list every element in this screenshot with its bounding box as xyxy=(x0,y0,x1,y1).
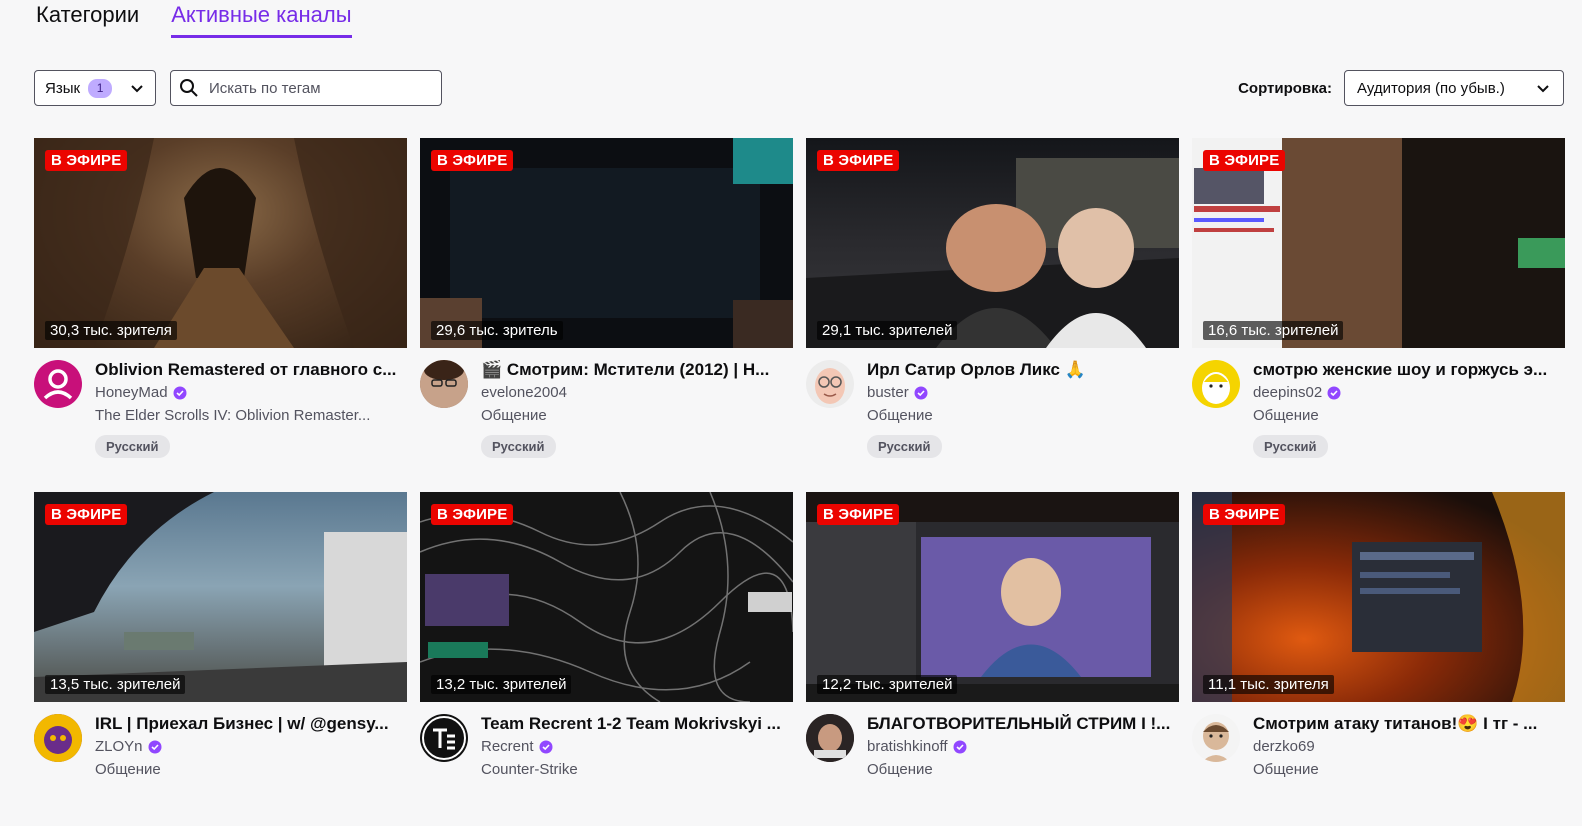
stream-category[interactable]: Общение xyxy=(1253,406,1564,426)
avatar-face-icon xyxy=(420,360,468,408)
stream-category[interactable]: Общение xyxy=(1253,760,1564,780)
stream-category[interactable]: Общение xyxy=(867,760,1178,780)
viewer-count: 29,6 тыс. зритель xyxy=(431,321,563,340)
tag-search-box xyxy=(170,70,442,106)
stream-grid: В ЭФИРЕ 30,3 тыс. зрителя Oblivion Remas… xyxy=(34,138,1565,826)
stream-category[interactable]: The Elder Scrolls IV: Oblivion Remaster.… xyxy=(95,406,406,426)
viewer-count: 29,1 тыс. зрителей xyxy=(817,321,958,340)
channel-name[interactable]: deepins02 xyxy=(1253,382,1322,404)
avatar-face-icon xyxy=(1202,722,1230,762)
viewer-count: 30,3 тыс. зрителя xyxy=(45,321,177,340)
stream-title[interactable]: БЛАГОТВОРИТЕЛЬНЫЙ СТРИМ I !... xyxy=(867,714,1178,734)
verified-icon xyxy=(173,386,187,400)
verified-icon xyxy=(148,740,162,754)
stream-thumbnail[interactable]: В ЭФИРЕ 30,3 тыс. зрителя xyxy=(34,138,407,348)
stream-title[interactable]: Oblivion Remastered от главного с... xyxy=(95,360,406,380)
verified-icon xyxy=(1327,386,1341,400)
stream-title[interactable]: смотрю женские шоу и горжусь э... xyxy=(1253,360,1564,380)
filter-bar: Язык 1 xyxy=(34,70,442,106)
live-badge: В ЭФИРЕ xyxy=(431,150,514,171)
channel-avatar[interactable] xyxy=(34,714,82,762)
verified-icon xyxy=(539,740,553,754)
sort-control: Сортировка: Аудитория (по убыв.) xyxy=(1238,70,1564,106)
stream-thumbnail[interactable]: В ЭФИРЕ 11,1 тыс. зрителя xyxy=(1192,492,1565,702)
viewer-count: 11,1 тыс. зрителя xyxy=(1203,675,1334,694)
viewer-count: 12,2 тыс. зрителей xyxy=(817,675,958,694)
tag-search-input[interactable] xyxy=(207,78,431,98)
avatar-face-icon xyxy=(34,714,82,762)
avatar-placeholder-icon xyxy=(43,369,73,400)
tab-live-channels[interactable]: Активные каналы xyxy=(171,0,352,38)
stream-category[interactable]: Общение xyxy=(481,406,792,426)
channel-name[interactable]: HoneyMad xyxy=(95,382,168,404)
verified-icon xyxy=(953,740,967,754)
avatar-face-icon xyxy=(1202,372,1230,404)
stream-card: В ЭФИРЕ 16,6 тыс. зрителей смотрю женски… xyxy=(1192,138,1565,472)
live-badge: В ЭФИРЕ xyxy=(431,504,514,525)
live-badge: В ЭФИРЕ xyxy=(45,504,128,525)
live-badge: В ЭФИРЕ xyxy=(817,504,900,525)
chevron-down-icon xyxy=(131,85,143,93)
stream-thumbnail[interactable]: В ЭФИРЕ 29,1 тыс. зрителей xyxy=(806,138,1179,348)
channel-name[interactable]: Recrent xyxy=(481,736,534,758)
channel-name[interactable]: derzko69 xyxy=(1253,736,1315,758)
sort-label: Сортировка: xyxy=(1238,79,1332,97)
channel-avatar[interactable] xyxy=(1192,714,1240,762)
stream-card: В ЭФИРЕ 13,5 тыс. зрителей IRL | Приехал… xyxy=(34,492,407,826)
language-filter-label: Язык xyxy=(45,79,81,97)
live-badge: В ЭФИРЕ xyxy=(45,150,128,171)
stream-card: В ЭФИРЕ 12,2 тыс. зрителей БЛАГОТВОРИТЕЛ… xyxy=(806,492,1179,826)
stream-title[interactable]: Ирл Сатир Орлов Ликс 🙏 xyxy=(867,360,1178,380)
stream-card: В ЭФИРЕ 29,1 тыс. зрителей Ирл Сатир Орл… xyxy=(806,138,1179,472)
stream-thumbnail[interactable]: В ЭФИРЕ 13,2 тыс. зрителей xyxy=(420,492,793,702)
live-badge: В ЭФИРЕ xyxy=(1203,504,1286,525)
language-tag[interactable]: Русский xyxy=(867,435,942,458)
stream-thumbnail[interactable]: В ЭФИРЕ 29,6 тыс. зритель xyxy=(420,138,793,348)
channel-avatar[interactable] xyxy=(806,360,854,408)
tab-categories[interactable]: Категории xyxy=(36,0,139,38)
viewer-count: 13,5 тыс. зрителей xyxy=(45,675,186,694)
stream-card: В ЭФИРЕ 30,3 тыс. зрителя Oblivion Remas… xyxy=(34,138,407,472)
chevron-down-icon xyxy=(1537,85,1549,93)
channel-name[interactable]: ZLOYn xyxy=(95,736,143,758)
viewer-count: 16,6 тыс. зрителей xyxy=(1203,321,1344,340)
tab-bar: Категории Активные каналы xyxy=(36,0,352,40)
avatar-face-icon xyxy=(815,368,845,404)
language-tag[interactable]: Русский xyxy=(95,435,170,458)
stream-category[interactable]: Общение xyxy=(95,760,406,780)
stream-title[interactable]: IRL | Приехал Бизнес | w/ @gensy... xyxy=(95,714,406,734)
stream-card: В ЭФИРЕ 13,2 тыс. зрителей Team Recrent … xyxy=(420,492,793,826)
channel-avatar[interactable] xyxy=(420,714,468,762)
live-badge: В ЭФИРЕ xyxy=(817,150,900,171)
verified-icon xyxy=(914,386,928,400)
viewer-count: 13,2 тыс. зрителей xyxy=(431,675,572,694)
channel-avatar[interactable] xyxy=(1192,360,1240,408)
stream-thumbnail[interactable]: В ЭФИРЕ 13,5 тыс. зрителей xyxy=(34,492,407,702)
channel-name[interactable]: bratishkinoff xyxy=(867,736,948,758)
live-badge: В ЭФИРЕ xyxy=(1203,150,1286,171)
sort-dropdown[interactable]: Аудитория (по убыв.) xyxy=(1344,70,1564,106)
stream-card: В ЭФИРЕ 29,6 тыс. зритель 🎬 Смотрим: Мст… xyxy=(420,138,793,472)
search-icon xyxy=(180,79,198,97)
channel-avatar[interactable] xyxy=(806,714,854,762)
channel-name[interactable]: buster xyxy=(867,382,909,404)
stream-title[interactable]: Смотрим атаку титанов!😍 I тг - ... xyxy=(1253,714,1564,734)
channel-name[interactable]: evelone2004 xyxy=(481,382,567,404)
stream-category[interactable]: Counter-Strike xyxy=(481,760,792,780)
channel-avatar[interactable] xyxy=(34,360,82,408)
stream-card: В ЭФИРЕ 11,1 тыс. зрителя Смотрим атаку … xyxy=(1192,492,1565,826)
stream-thumbnail[interactable]: В ЭФИРЕ 16,6 тыс. зрителей xyxy=(1192,138,1565,348)
stream-title[interactable]: Team Recrent 1-2 Team Mokrivskyi ... xyxy=(481,714,792,734)
language-filter-button[interactable]: Язык 1 xyxy=(34,70,156,106)
language-tag[interactable]: Русский xyxy=(481,435,556,458)
sort-value: Аудитория (по убыв.) xyxy=(1357,79,1505,97)
stream-thumbnail[interactable]: В ЭФИРЕ 12,2 тыс. зрителей xyxy=(806,492,1179,702)
channel-avatar[interactable] xyxy=(420,360,468,408)
avatar-logo-icon xyxy=(422,716,466,760)
stream-category[interactable]: Общение xyxy=(867,406,1178,426)
stream-title[interactable]: 🎬 Смотрим: Мстители (2012) | Н... xyxy=(481,360,792,380)
language-tag[interactable]: Русский xyxy=(1253,435,1328,458)
avatar-face-icon xyxy=(806,714,854,762)
language-count-badge: 1 xyxy=(88,78,113,98)
